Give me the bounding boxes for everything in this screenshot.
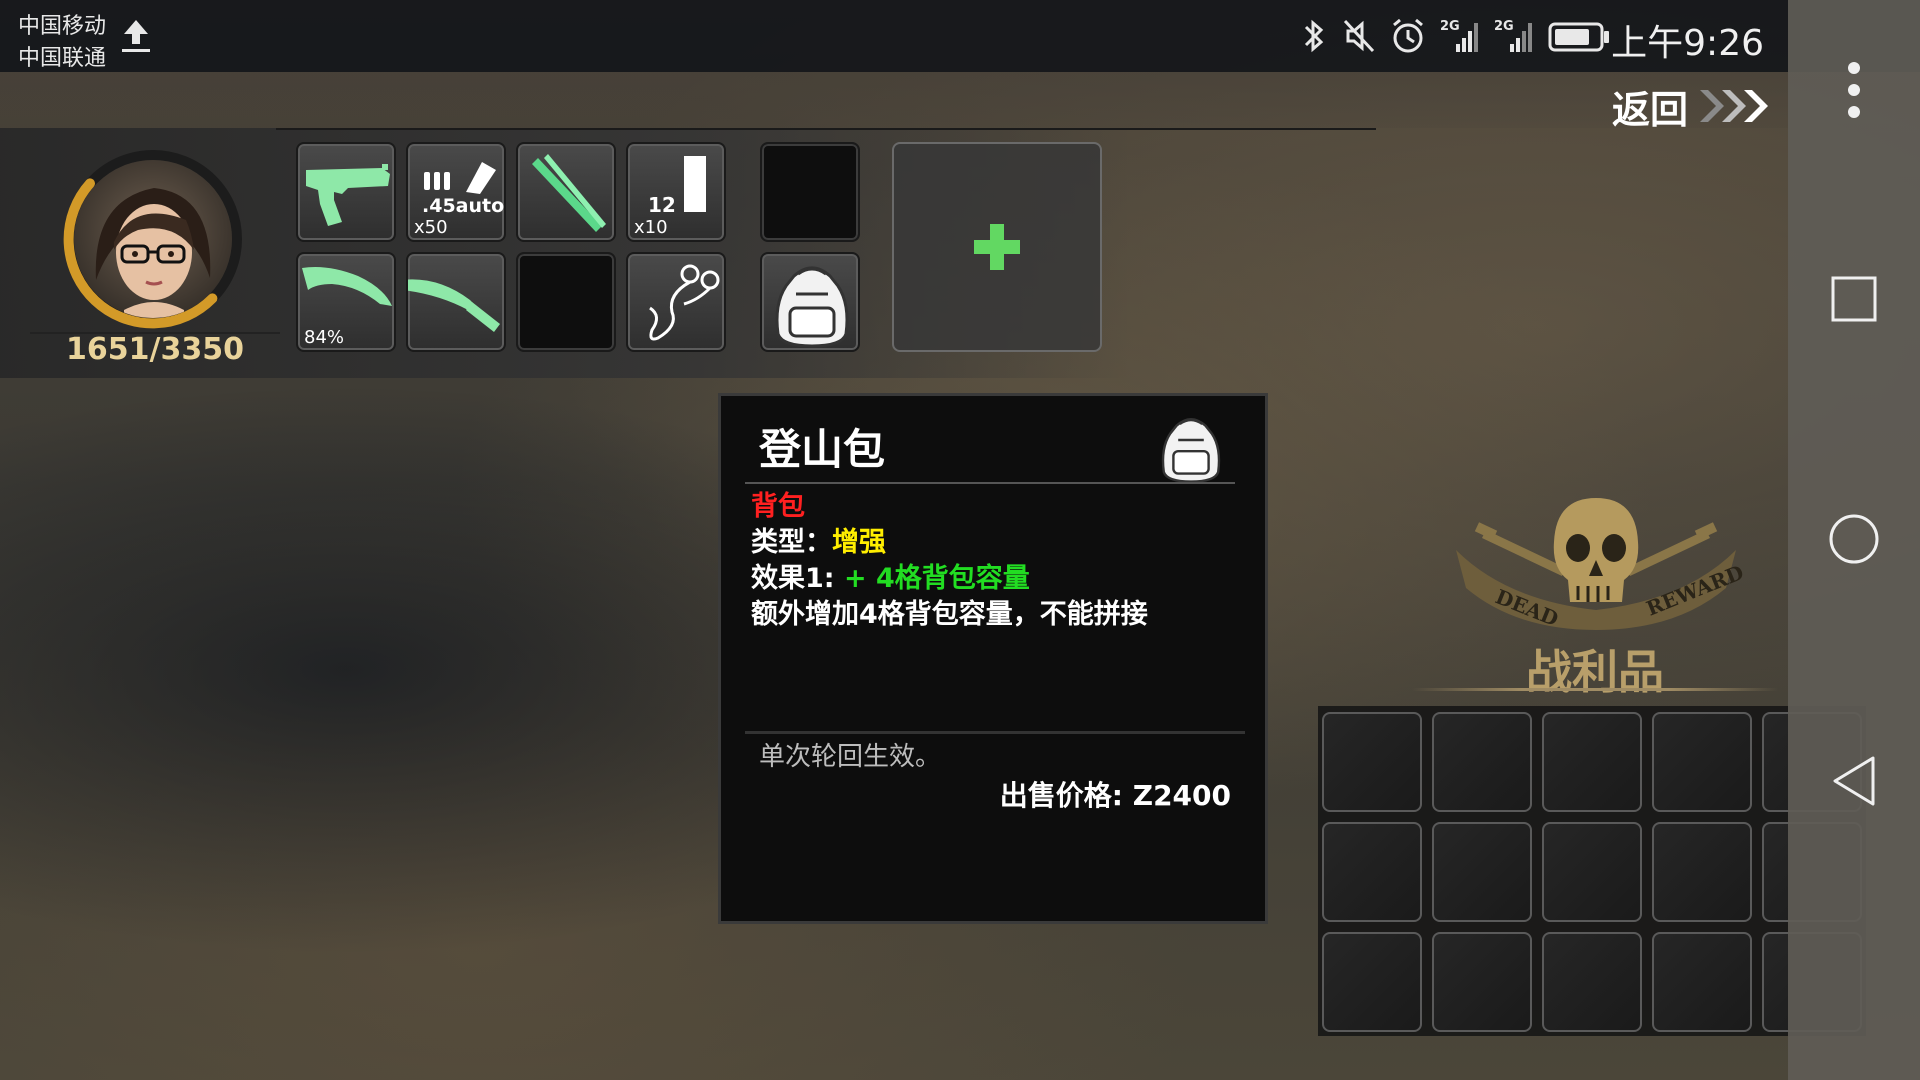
upload-icon: [122, 20, 150, 52]
item-note: 单次轮回生效。: [759, 742, 942, 772]
item-type-row: 类型：增强: [751, 520, 886, 559]
loot-slot[interactable]: [1322, 712, 1422, 812]
equip-slot-machete[interactable]: 84%: [296, 252, 396, 352]
chevrons-right-icon: [1700, 90, 1769, 122]
plus-icon: [974, 224, 1020, 270]
tooltip-divider: [745, 731, 1245, 734]
back-label: 返回: [1612, 87, 1689, 132]
top-strip: [0, 72, 1788, 128]
clock: 上午9:26: [1611, 23, 1764, 64]
loot-slot[interactable]: [1542, 932, 1642, 1032]
pistol-icon: [306, 164, 390, 226]
more-vert-icon: [1848, 62, 1860, 118]
price-value: 2400: [1153, 779, 1231, 812]
currency-symbol: Z: [1132, 779, 1154, 812]
loot-slot[interactable]: [1652, 932, 1752, 1032]
item-name: 登山包: [759, 425, 886, 474]
item-type-value: 增强: [832, 527, 886, 558]
carrier-1: 中国移动: [18, 14, 107, 39]
signal-2g-icon: 2G: [1494, 19, 1532, 52]
ammo-label: 12: [648, 193, 676, 217]
item-description: 额外增加4格背包容量，不能拼接: [751, 599, 1148, 630]
slot-count: x10: [634, 217, 668, 238]
battery-icon: [1548, 22, 1609, 52]
backpack-icon: [1161, 418, 1221, 483]
home-circle-icon: [1829, 514, 1879, 564]
home-button[interactable]: [1788, 512, 1920, 566]
backpack-icon: [775, 266, 849, 348]
hp-text: 1651/3350: [66, 332, 244, 367]
item-tooltip: 登山包 背包 类型：增强 效果1: + 4格背包容量 额外增加4格背包容量，不能…: [718, 393, 1268, 924]
dead-reward-emblem: DEAD REWARD: [1456, 498, 1746, 631]
ammo-label: .45auto: [422, 195, 504, 217]
item-effect-label: 效果1:: [751, 563, 835, 594]
knife-icon: [408, 279, 500, 332]
equip-slot-ammo-12[interactable]: 12 x10: [626, 142, 726, 242]
android-nav-bar: [1788, 0, 1920, 1080]
equip-slot-pistol[interactable]: [296, 142, 396, 242]
recents-square-icon: [1831, 276, 1877, 322]
mute-icon: [1343, 19, 1375, 53]
tooltip-divider: [745, 482, 1235, 484]
equip-slot-knife[interactable]: [406, 252, 506, 352]
loot-slot[interactable]: [1542, 712, 1642, 812]
loot-slot[interactable]: [1322, 822, 1422, 922]
equip-slot-crossed-sticks[interactable]: [516, 142, 616, 242]
equip-slot-earphones[interactable]: [626, 252, 726, 352]
avatar: [74, 160, 232, 318]
back-button[interactable]: 返回: [1612, 80, 1776, 132]
carrier-2: 中国联通: [18, 46, 107, 71]
portrait-icon: [95, 188, 211, 318]
loot-grid: [1318, 706, 1866, 1036]
svg-text:2G: 2G: [1494, 19, 1514, 34]
item-effect-value: + 4格背包容量: [844, 563, 1030, 594]
loot-title: 战利品: [1526, 645, 1664, 699]
slot-count: x50: [414, 217, 448, 238]
recents-button[interactable]: [1788, 274, 1920, 324]
bag-slot-backpack[interactable]: [760, 252, 860, 352]
loot-slot[interactable]: [1432, 932, 1532, 1032]
emblem-text-left: DEAD: [1492, 584, 1562, 631]
more-menu-button[interactable]: [1788, 58, 1920, 122]
equip-slot-ammo-45auto[interactable]: .45auto x50: [406, 142, 506, 242]
item-type-label: 类型：: [751, 527, 832, 558]
back-triangle-icon: [1833, 756, 1875, 806]
crossed-sticks-icon: [532, 154, 606, 232]
player-avatar[interactable]: [62, 148, 244, 330]
loot-underline: [1412, 688, 1778, 691]
loot-slot[interactable]: [1542, 822, 1642, 922]
slot-durability: 84%: [304, 327, 345, 348]
bluetooth-icon: [1304, 19, 1324, 53]
status-bar: 中国移动 中国联通 2G 2G 上午9:26: [0, 0, 1920, 72]
nav-back-button[interactable]: [1788, 754, 1920, 808]
loot-slot[interactable]: [1322, 932, 1422, 1032]
loot-slot[interactable]: [1432, 712, 1532, 812]
bag-slot-empty[interactable]: [760, 142, 860, 242]
item-category: 背包: [751, 491, 805, 522]
loot-slot[interactable]: [1432, 822, 1532, 922]
signal-2g-icon: 2G: [1440, 19, 1478, 52]
add-bag-slot-button[interactable]: [892, 142, 1102, 352]
emblem-text-right: REWARD: [1643, 560, 1746, 621]
earphones-icon: [649, 264, 720, 341]
item-effect-row: 效果1: + 4格背包容量: [751, 556, 1030, 595]
equip-slot-empty[interactable]: [516, 252, 616, 352]
loot-slot[interactable]: [1652, 712, 1752, 812]
alarm-icon: [1393, 18, 1423, 53]
svg-text:2G: 2G: [1440, 19, 1460, 34]
price-label: 出售价格:: [999, 779, 1133, 812]
item-sell-price: 出售价格: Z2400: [1000, 774, 1231, 814]
loot-slot[interactable]: [1652, 822, 1752, 922]
